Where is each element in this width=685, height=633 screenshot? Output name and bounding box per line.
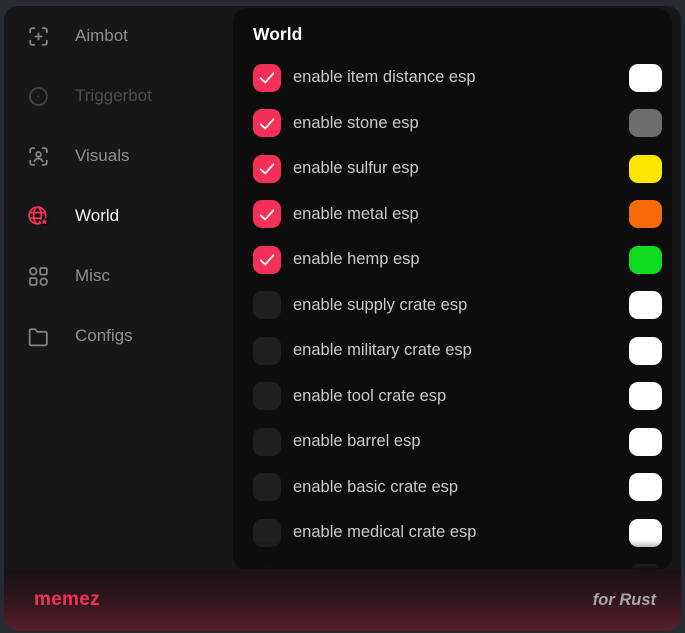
globe-star-icon [26,204,51,229]
setting-row: enable stone esp [253,101,662,147]
setting-label: enable medical crate esp [293,523,629,542]
setting-checkbox[interactable] [253,109,281,137]
categories-icon [26,264,51,289]
setting-row: enable basic crate esp [253,465,662,511]
setting-label: enable tool crate esp [293,387,629,406]
color-swatch[interactable] [629,519,662,547]
setting-label: enable barrel esp [293,432,629,451]
sidebar-item-misc[interactable]: Misc [4,246,233,306]
setting-row: enable military crate esp [253,328,662,374]
sidebar-item-label: Triggerbot [75,86,152,106]
setting-row: enable sulfur esp [253,146,662,192]
cheat-window: Aimbot Triggerbot Visuals World Misc Con… [4,6,681,631]
footer-bar: memez for Rust [4,569,681,631]
color-swatch[interactable] [629,155,662,183]
color-swatch[interactable] [629,246,662,274]
sidebar-item-label: Aimbot [75,26,128,46]
setting-label: enable hemp esp [293,250,629,269]
color-swatch[interactable] [629,428,662,456]
sidebar-item-label: Configs [75,326,133,346]
color-swatch[interactable] [629,291,662,319]
color-swatch[interactable] [629,337,662,365]
target-dot-icon [26,84,51,109]
user-scan-icon [26,144,51,169]
setting-checkbox[interactable] [253,64,281,92]
color-swatch[interactable] [629,382,662,410]
color-swatch[interactable] [629,64,662,92]
setting-label: enable stone esp [293,114,629,133]
setting-row: enable hemp esp [253,237,662,283]
page-title: World [253,22,662,46]
setting-label: enable supply crate esp [293,296,629,315]
setting-checkbox[interactable] [253,337,281,365]
color-swatch[interactable] [629,473,662,501]
setting-row: enable medical crate esp [253,510,662,556]
setting-label: enable sulfur esp [293,159,629,178]
sidebar-item-aimbot[interactable]: Aimbot [4,6,233,66]
setting-checkbox[interactable] [253,428,281,456]
setting-label: enable item distance esp [293,68,629,87]
sidebar-item-label: Visuals [75,146,130,166]
setting-row: enable barrel esp [253,419,662,465]
setting-checkbox[interactable] [253,519,281,547]
setting-row [253,556,662,571]
setting-row: enable tool crate esp [253,374,662,420]
brand-label: memez [34,589,100,611]
sidebar: Aimbot Triggerbot Visuals World Misc Con… [4,6,233,366]
setting-row: enable supply crate esp [253,283,662,329]
settings-panel: World enable item distance esp enable st… [233,8,672,570]
sidebar-item-visuals[interactable]: Visuals [4,126,233,186]
setting-checkbox[interactable] [253,246,281,274]
setting-checkbox[interactable] [253,473,281,501]
scan-plus-icon [26,24,51,49]
setting-checkbox[interactable] [253,382,281,410]
settings-list: enable item distance esp enable stone es… [253,55,662,570]
setting-label: enable military crate esp [293,341,629,360]
setting-checkbox[interactable] [253,291,281,319]
sidebar-item-world[interactable]: World [4,186,233,246]
folder-icon [26,324,51,349]
sidebar-item-label: Misc [75,266,110,286]
sidebar-item-triggerbot[interactable]: Triggerbot [4,66,233,126]
color-swatch[interactable] [629,200,662,228]
setting-row: enable metal esp [253,192,662,238]
sidebar-item-configs[interactable]: Configs [4,306,233,366]
setting-checkbox[interactable] [253,155,281,183]
setting-checkbox[interactable] [253,200,281,228]
setting-label: enable metal esp [293,205,629,224]
sidebar-item-label: World [75,206,119,226]
setting-row: enable item distance esp [253,55,662,101]
edition-label: for Rust [593,591,656,610]
color-swatch[interactable] [629,109,662,137]
setting-label: enable basic crate esp [293,478,629,497]
